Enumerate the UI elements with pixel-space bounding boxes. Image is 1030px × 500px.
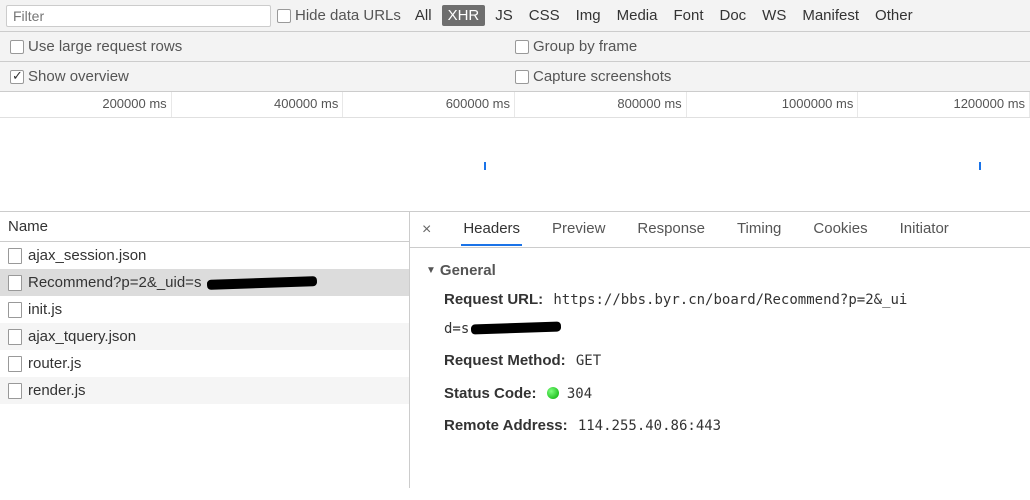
timeline-ruler: 200000 ms400000 ms600000 ms800000 ms1000…	[0, 92, 1030, 118]
request-row[interactable]: ajax_session.json	[0, 242, 409, 269]
remote-address-label: Remote Address:	[444, 417, 568, 434]
timeline-body	[0, 118, 1030, 206]
show-overview-checkbox[interactable]: Show overview	[10, 68, 129, 85]
request-name: ajax_session.json	[28, 247, 146, 264]
filter-type-xhr[interactable]: XHR	[442, 5, 486, 26]
detail-pane: × Headers Preview Response Timing Cookies Ini…	[410, 212, 1030, 488]
options-row-2: Show overview Capture screenshots	[0, 62, 1030, 92]
request-method-value: GET	[576, 353, 601, 369]
tab-headers[interactable]: Headers	[461, 213, 522, 246]
detail-tabs: × Headers Preview Response Timing Cookies Ini…	[410, 212, 1030, 248]
request-row[interactable]: init.js	[0, 296, 409, 323]
timeline-tick: 1000000 ms	[687, 92, 859, 117]
request-name: init.js	[28, 301, 62, 318]
file-icon	[8, 383, 22, 399]
request-url-row: Request URL: https://bbs.byr.cn/board/Re…	[444, 289, 1014, 340]
filter-type-css[interactable]: CSS	[523, 5, 566, 26]
timeline-tick: 600000 ms	[343, 92, 515, 117]
status-dot-icon	[547, 387, 559, 399]
show-overview-label: Show overview	[28, 68, 129, 85]
request-name: render.js	[28, 382, 86, 399]
capture-screenshots-checkbox[interactable]: Capture screenshots	[515, 68, 671, 85]
request-list-pane: Name ajax_session.json Recommend?p=2&_uid…	[0, 212, 410, 488]
checkbox-icon	[10, 40, 24, 54]
request-name: router.js	[28, 355, 81, 372]
filter-type-other[interactable]: Other	[869, 5, 919, 26]
tab-initiator[interactable]: Initiator	[898, 213, 951, 246]
file-icon	[8, 248, 22, 264]
hide-data-urls-label: Hide data URLs	[295, 7, 401, 24]
large-rows-label: Use large request rows	[28, 38, 182, 55]
checkbox-checked-icon	[10, 70, 24, 84]
filter-type-js[interactable]: JS	[489, 5, 519, 26]
timeline-mark	[484, 162, 486, 170]
checkbox-icon	[515, 70, 529, 84]
tab-timing[interactable]: Timing	[735, 213, 783, 246]
remote-address-row: Remote Address: 114.255.40.86:443	[444, 415, 1014, 438]
request-url-label: Request URL:	[444, 291, 543, 308]
filter-type-img[interactable]: Img	[570, 5, 607, 26]
timeline-tick: 800000 ms	[515, 92, 687, 117]
file-icon	[8, 275, 22, 291]
name-column-header[interactable]: Name	[0, 212, 409, 242]
request-url-value: https://bbs.byr.cn/board/Recommend?p=2&_…	[553, 292, 907, 308]
request-method-label: Request Method:	[444, 352, 566, 369]
split-view: Name ajax_session.json Recommend?p=2&_uid…	[0, 212, 1030, 488]
status-code-label: Status Code:	[444, 385, 537, 402]
request-name: ajax_tquery.json	[28, 328, 136, 345]
filter-type-doc[interactable]: Doc	[713, 5, 752, 26]
timeline-mark	[979, 162, 981, 170]
filter-input[interactable]	[6, 5, 271, 27]
checkbox-icon	[277, 9, 291, 23]
group-by-frame-label: Group by frame	[533, 38, 637, 55]
redacted-text	[471, 321, 561, 334]
filter-type-media[interactable]: Media	[611, 5, 664, 26]
tab-response[interactable]: Response	[635, 213, 707, 246]
status-code-row: Status Code: 304	[444, 383, 1014, 406]
request-method-row: Request Method: GET	[444, 350, 1014, 373]
timeline-tick: 400000 ms	[172, 92, 344, 117]
file-icon	[8, 302, 22, 318]
request-row[interactable]: Recommend?p=2&_uid=s	[0, 269, 409, 296]
redacted-text	[207, 276, 317, 290]
request-row[interactable]: render.js	[0, 377, 409, 404]
headers-body: General Request URL: https://bbs.byr.cn/…	[410, 248, 1030, 488]
request-name: Recommend?p=2&_uid=s	[28, 274, 201, 291]
filter-type-ws[interactable]: WS	[756, 5, 792, 26]
filter-type-manifest[interactable]: Manifest	[796, 5, 865, 26]
type-filters: AllXHRJSCSSImgMediaFontDocWSManifestOthe…	[409, 5, 919, 26]
close-icon[interactable]: ×	[416, 221, 437, 239]
timeline-tick: 200000 ms	[0, 92, 172, 117]
options-row-1: Use large request rows Group by frame	[0, 32, 1030, 62]
remote-address-value: 114.255.40.86:443	[578, 418, 721, 434]
filter-type-font[interactable]: Font	[667, 5, 709, 26]
timeline-overview[interactable]: 200000 ms400000 ms600000 ms800000 ms1000…	[0, 92, 1030, 212]
general-section-header[interactable]: General	[426, 262, 1014, 279]
status-code-value: 304	[567, 386, 592, 402]
tab-preview[interactable]: Preview	[550, 213, 607, 246]
request-list: ajax_session.json Recommend?p=2&_uid=sini…	[0, 242, 409, 488]
filter-toolbar: Hide data URLs AllXHRJSCSSImgMediaFontDo…	[0, 0, 1030, 32]
tab-cookies[interactable]: Cookies	[811, 213, 869, 246]
request-row[interactable]: ajax_tquery.json	[0, 323, 409, 350]
capture-screenshots-label: Capture screenshots	[533, 68, 671, 85]
request-row[interactable]: router.js	[0, 350, 409, 377]
checkbox-icon	[515, 40, 529, 54]
file-icon	[8, 356, 22, 372]
large-rows-checkbox[interactable]: Use large request rows	[10, 38, 182, 55]
hide-data-urls-checkbox[interactable]: Hide data URLs	[277, 7, 401, 24]
filter-type-all[interactable]: All	[409, 5, 438, 26]
timeline-tick: 1200000 ms	[858, 92, 1030, 117]
group-by-frame-checkbox[interactable]: Group by frame	[515, 38, 637, 55]
file-icon	[8, 329, 22, 345]
